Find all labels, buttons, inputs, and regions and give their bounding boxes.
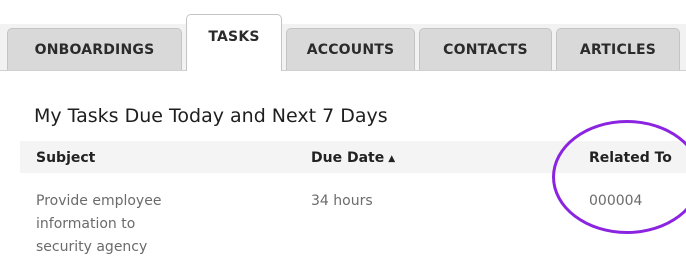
tab-onboardings-label: ONBOARDINGS (34, 41, 155, 58)
tab-articles[interactable]: ARTICLES (556, 28, 680, 70)
cell-due-date: 34 hours (311, 193, 373, 209)
cell-subject[interactable]: Provide employee information to security… (36, 190, 236, 259)
column-header-subject[interactable]: Subject (36, 150, 95, 166)
tab-articles-label: ARTICLES (579, 41, 657, 58)
tab-contacts[interactable]: CONTACTS (419, 28, 552, 70)
tab-accounts-label: ACCOUNTS (306, 41, 395, 58)
tab-tasks[interactable]: TASKS (186, 14, 282, 71)
tab-bar: ONBOARDINGS TASKS ACCOUNTS CONTACTS ARTI… (0, 0, 686, 71)
tab-tasks-label: TASKS (208, 29, 260, 45)
section-title: My Tasks Due Today and Next 7 Days (34, 105, 388, 127)
tab-contacts-label: CONTACTS (443, 41, 528, 58)
column-header-related-to-label: Related To (589, 150, 672, 166)
column-header-subject-label: Subject (36, 150, 96, 166)
tab-onboardings[interactable]: ONBOARDINGS (7, 28, 182, 70)
column-header-related-to[interactable]: Related To (589, 150, 672, 166)
column-header-due-date-label: Due Date (311, 150, 385, 166)
tasks-panel: My Tasks Due Today and Next 7 Days Subje… (0, 71, 686, 274)
cell-related-to[interactable]: 000004 (589, 190, 642, 213)
sort-ascending-icon: ▲ (388, 154, 396, 164)
annotation-circle (552, 120, 686, 234)
tab-accounts[interactable]: ACCOUNTS (286, 28, 415, 70)
column-header-due-date[interactable]: Due Date ▲ (311, 150, 395, 166)
